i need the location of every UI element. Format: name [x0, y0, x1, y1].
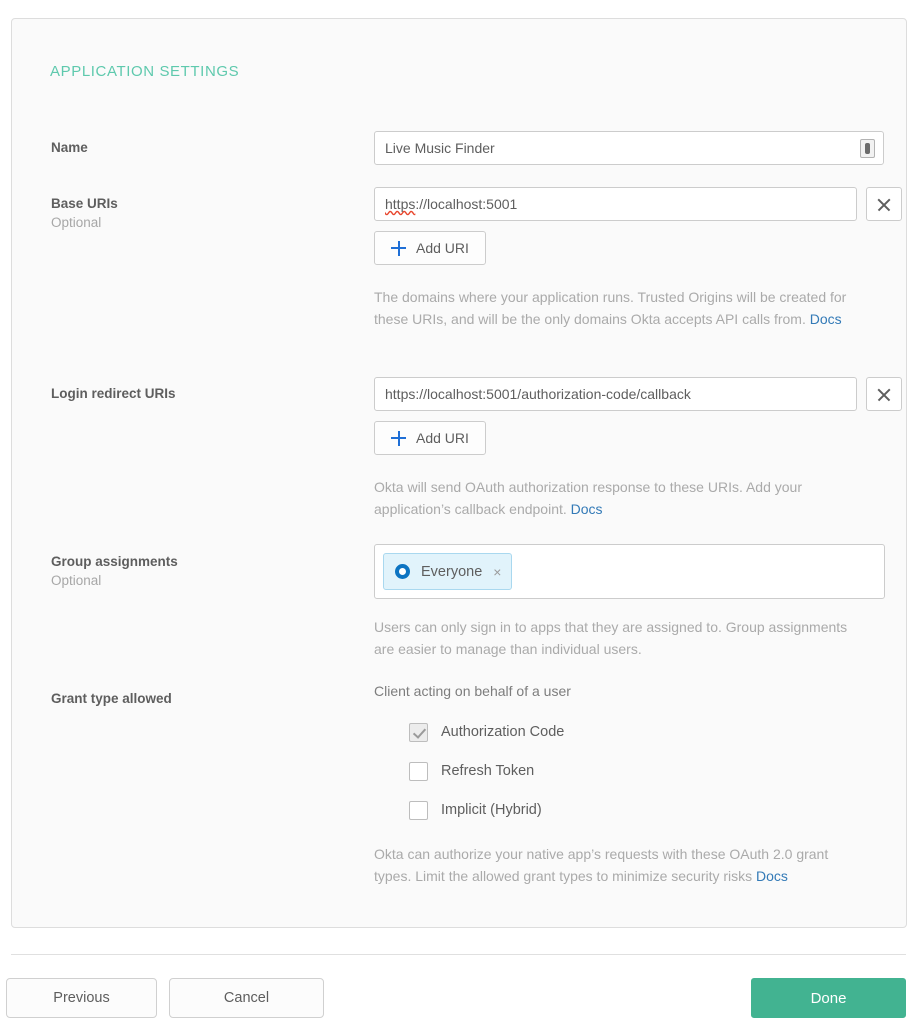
base-uri-rest: ://localhost:5001	[415, 196, 517, 212]
group-assignments-help-text: Users can only sign in to apps that they…	[374, 617, 869, 660]
checkbox-refresh-token[interactable]	[409, 762, 428, 781]
field-label-grant-type: Grant type allowed	[51, 690, 351, 708]
checkbox-label-authorization-code: Authorization Code	[441, 724, 564, 740]
remove-login-redirect-uri-button[interactable]	[866, 377, 902, 411]
name-input[interactable]: Live Music Finder	[374, 131, 884, 165]
checkbox-row-refresh-token[interactable]: Refresh Token	[409, 759, 869, 783]
checkbox-label-refresh-token: Refresh Token	[441, 763, 534, 779]
done-button[interactable]: Done	[751, 978, 906, 1018]
footer-divider	[11, 954, 906, 955]
checkbox-implicit-hybrid[interactable]	[409, 801, 428, 820]
name-input-value: Live Music Finder	[385, 140, 495, 156]
field-label-login-redirect-uris: Login redirect URIs	[51, 385, 351, 403]
checkbox-row-authorization-code[interactable]: Authorization Code	[409, 720, 869, 744]
field-label-base-uris: Base URIs Optional	[51, 195, 351, 233]
grant-type-help-text: Okta can authorize your native app’s req…	[374, 844, 869, 887]
remove-base-uri-button[interactable]	[866, 187, 902, 221]
footer-actions: Previous Cancel Done	[0, 978, 919, 1020]
field-label-name: Name	[51, 139, 351, 157]
add-login-redirect-uri-button[interactable]: Add URI	[374, 421, 486, 455]
base-uris-help-text: The domains where your application runs.…	[374, 287, 869, 330]
login-redirect-uris-help-text: Okta will send OAuth authorization respo…	[374, 477, 869, 520]
add-base-uri-button[interactable]: Add URI	[374, 231, 486, 265]
base-uris-docs-link[interactable]: Docs	[810, 311, 842, 327]
group-ring-icon	[395, 564, 410, 579]
checkbox-row-implicit-hybrid[interactable]: Implicit (Hybrid)	[409, 798, 869, 822]
login-redirect-uri-value: https://localhost:5001/authorization-cod…	[385, 386, 691, 402]
field-label-group-assignments: Group assignments Optional	[51, 553, 351, 591]
plus-icon	[391, 431, 406, 446]
base-uri-scheme: https	[385, 196, 415, 212]
login-redirect-uri-input[interactable]: https://localhost:5001/authorization-cod…	[374, 377, 857, 411]
login-redirect-uris-docs-link[interactable]: Docs	[571, 501, 603, 517]
previous-button[interactable]: Previous	[6, 978, 157, 1018]
group-chip-everyone[interactable]: Everyone ×	[383, 553, 512, 590]
grant-type-docs-link[interactable]: Docs	[756, 868, 788, 884]
add-base-uri-label: Add URI	[416, 240, 469, 256]
checkbox-label-implicit-hybrid: Implicit (Hybrid)	[441, 802, 542, 818]
checkbox-authorization-code[interactable]	[409, 723, 428, 742]
add-login-redirect-uri-label: Add URI	[416, 430, 469, 446]
remove-group-chip-icon[interactable]: ×	[493, 565, 501, 579]
cancel-button[interactable]: Cancel	[169, 978, 324, 1018]
plus-icon	[391, 241, 406, 256]
page-title: APPLICATION SETTINGS	[50, 63, 239, 80]
application-settings-panel: APPLICATION SETTINGS Name Live Music Fin…	[11, 18, 907, 928]
base-uri-input[interactable]: https://localhost:5001	[374, 187, 857, 221]
grant-type-group-heading: Client acting on behalf of a user	[374, 683, 869, 699]
autofill-badge-icon[interactable]	[860, 139, 875, 158]
group-chip-label: Everyone	[421, 564, 482, 580]
group-assignments-input[interactable]: Everyone ×	[374, 544, 885, 599]
